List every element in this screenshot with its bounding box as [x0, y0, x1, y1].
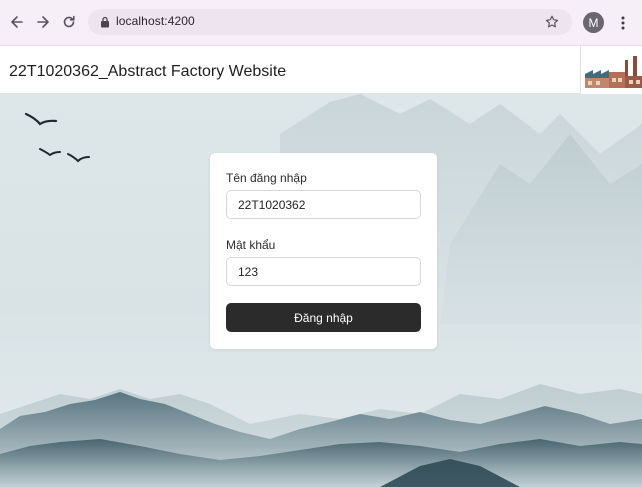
login-card: Tên đăng nhập Mật khẩu Đăng nhập [210, 153, 437, 349]
lock-icon[interactable] [100, 16, 110, 28]
login-page: Tên đăng nhập Mật khẩu Đăng nhập [0, 94, 642, 487]
site-header: 22T1020362_Abstract Factory Website [0, 46, 642, 94]
password-label: Mật khẩu [226, 238, 276, 252]
login-button[interactable]: Đăng nhập [226, 303, 421, 332]
page-title: 22T1020362_Abstract Factory Website [9, 63, 287, 80]
browser-toolbar: localhost:4200 M [0, 0, 642, 46]
profile-avatar[interactable]: M [583, 12, 604, 33]
address-bar[interactable]: localhost:4200 [88, 9, 572, 35]
arrow-left-icon [11, 16, 23, 28]
password-input[interactable] [226, 257, 421, 286]
forward-button[interactable] [32, 11, 54, 33]
kebab-menu-icon[interactable] [614, 12, 632, 34]
reload-button[interactable] [58, 11, 80, 33]
username-label: Tên đăng nhập [226, 171, 307, 185]
back-button[interactable] [6, 11, 28, 33]
factory-logo[interactable] [580, 46, 642, 94]
url-text[interactable]: localhost:4200 [116, 14, 195, 28]
star-icon[interactable] [544, 14, 560, 30]
reload-icon [63, 15, 75, 28]
arrow-right-icon [37, 16, 49, 28]
username-input[interactable] [226, 190, 421, 219]
